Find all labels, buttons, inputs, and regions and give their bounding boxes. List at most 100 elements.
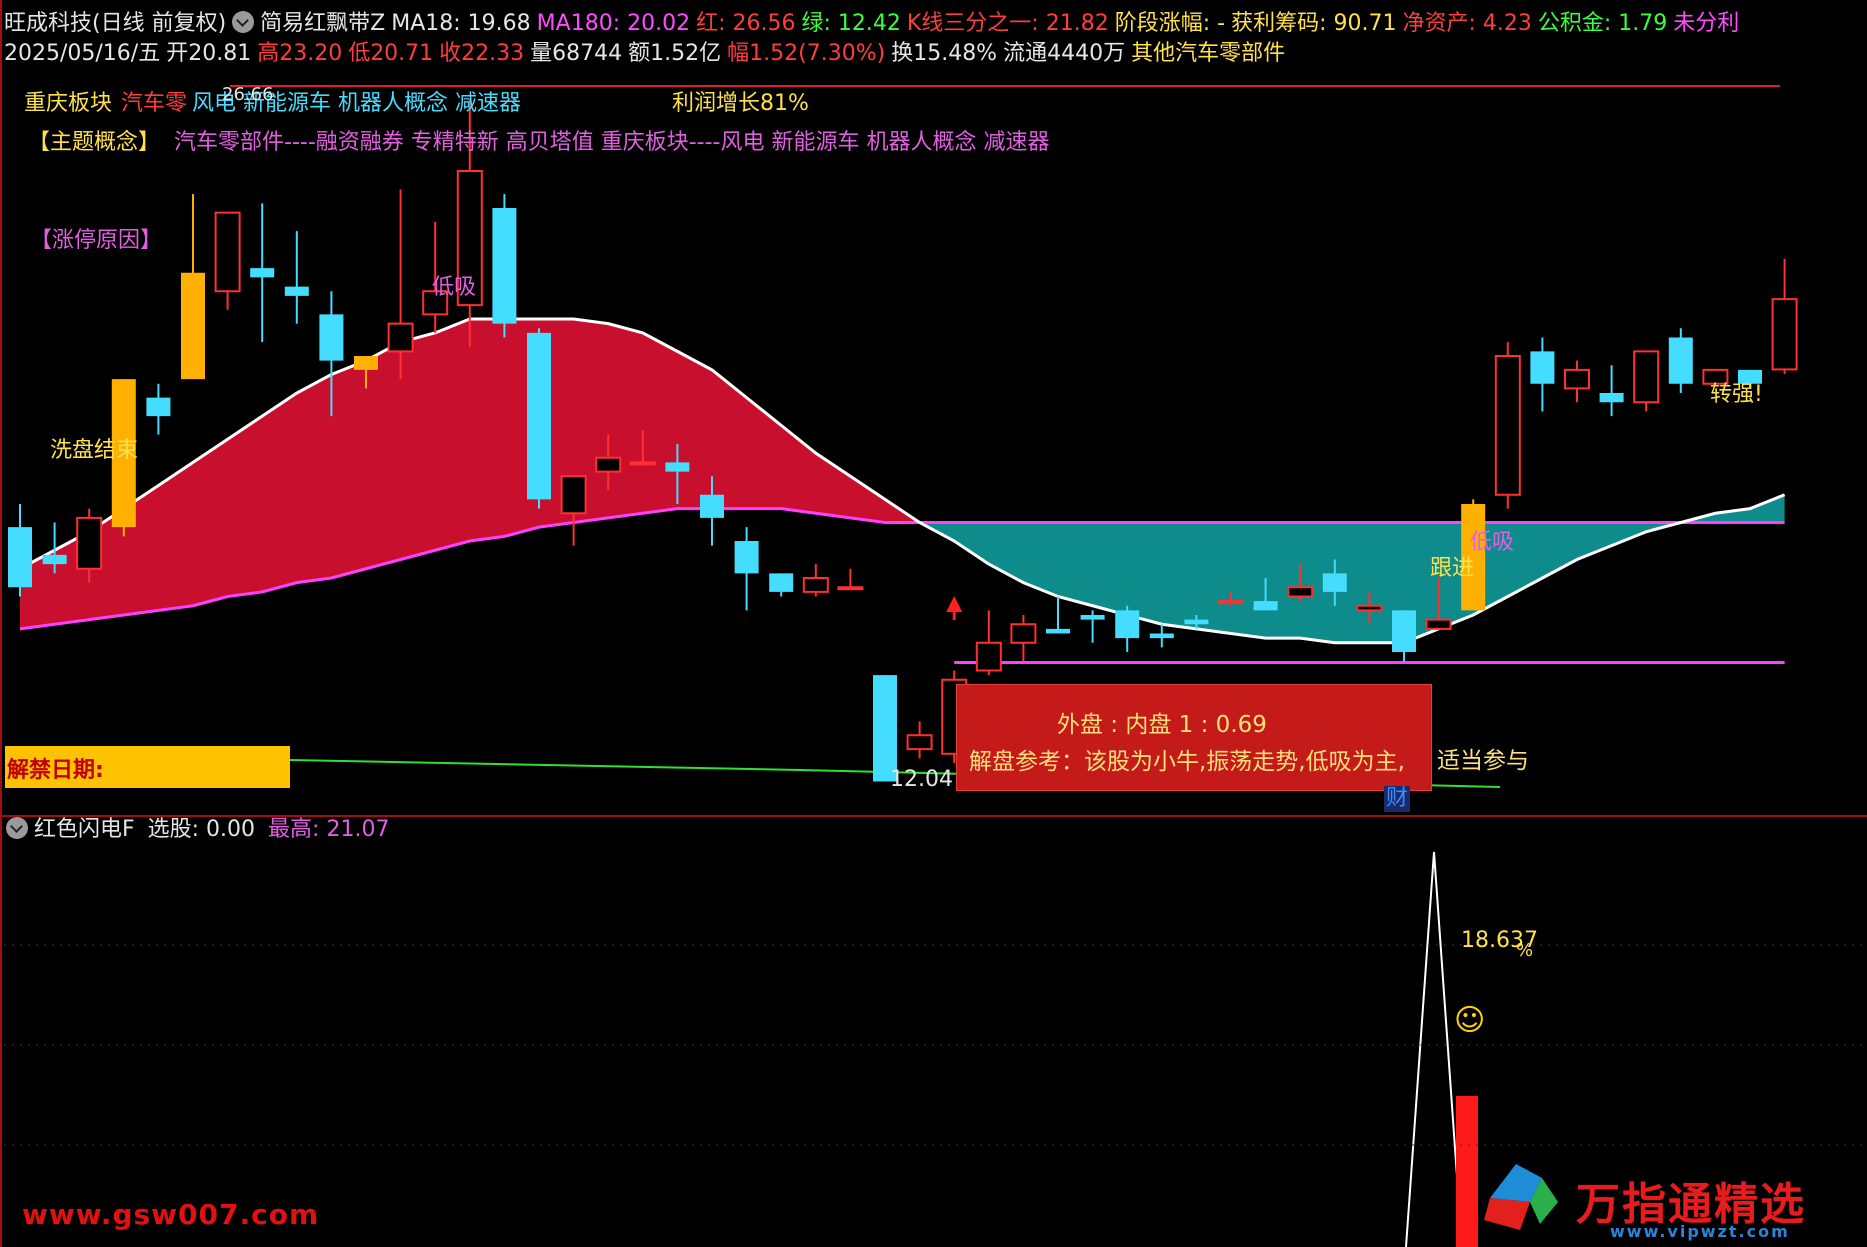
candle[interactable] <box>284 231 309 324</box>
candle-body <box>76 516 103 570</box>
signal-dip-buy: 低吸 <box>1470 530 1515 555</box>
indicator-select-value: 选股: 0.00 <box>147 817 256 842</box>
candle[interactable] <box>387 189 414 380</box>
indicator-name: 红色闪电F <box>34 817 135 842</box>
candle[interactable] <box>560 475 587 546</box>
candle[interactable] <box>734 527 759 611</box>
candle[interactable] <box>1046 596 1070 634</box>
candle[interactable] <box>1668 328 1693 393</box>
candle-body <box>1425 618 1452 630</box>
theme-concept-label: 【主题概念】 <box>28 130 161 155</box>
release-date-box: 解禁日期: <box>5 746 290 788</box>
candle-body <box>1633 350 1660 404</box>
candle[interactable] <box>1494 342 1521 509</box>
candle[interactable] <box>1599 365 1624 417</box>
candle[interactable] <box>1771 258 1798 375</box>
signal-wash-end: 洗盘结束 <box>50 438 139 463</box>
candle-body <box>42 554 67 565</box>
candle[interactable] <box>1392 610 1416 662</box>
candle-body <box>1494 355 1521 496</box>
candle-body <box>319 314 344 361</box>
candle[interactable] <box>181 194 205 380</box>
candle[interactable] <box>802 564 829 597</box>
ohlc-field-10: 其他汽车零部件 <box>1131 41 1286 66</box>
candle[interactable] <box>837 568 864 591</box>
candle-body <box>1046 628 1070 634</box>
candle-body <box>802 577 829 593</box>
chart-window: 旺成科技(日线 前复权) 简易红飘带Z MA18: 19.68 MA180: 20.0… <box>0 0 1867 1247</box>
ohlc-field-3: 低20.71 <box>348 41 434 66</box>
candle-body <box>181 272 205 380</box>
high-price-label: 26.66 <box>222 84 274 105</box>
limit-up-reason-label: 【涨停原因】 <box>30 228 163 253</box>
candle-body <box>734 541 759 574</box>
candle[interactable] <box>906 721 933 759</box>
ohlc-field-4: 收22.33 <box>439 41 525 66</box>
candle-body <box>1530 351 1555 384</box>
candle-body <box>906 734 933 751</box>
quote-field-7: K线三分之一: 21.82 <box>906 11 1109 36</box>
candle[interactable] <box>1010 615 1037 662</box>
indicator-peak-pct: % <box>1516 940 1534 961</box>
ohlc-field-7: 幅1.52(7.30%) <box>727 41 886 66</box>
candle[interactable] <box>214 211 241 310</box>
order-flow-popup[interactable]: 外盘 : 内盘 1 : 0.69 解盘参考：该股为小牛,振荡走势,低吸为主, <box>956 684 1432 791</box>
settings-circle-icon[interactable] <box>232 11 255 33</box>
ohlc-field-0: 2025/05/16/五 <box>4 41 161 66</box>
candle[interactable] <box>1530 337 1555 412</box>
candle-body <box>1668 337 1693 384</box>
candle-body <box>1115 610 1140 639</box>
indicator-settings-icon[interactable] <box>6 817 28 839</box>
candle-body <box>1564 368 1590 390</box>
ohlc-field-2: 高23.20 <box>257 41 343 66</box>
price-chart[interactable] <box>0 0 1867 1247</box>
candle-body <box>250 268 275 278</box>
profit-growth-tag: 利润增长81% <box>672 91 809 116</box>
ohlc-field-1: 开20.81 <box>166 41 252 66</box>
candle[interactable] <box>1115 605 1140 652</box>
candle-body <box>214 211 241 293</box>
candle-body <box>146 397 171 417</box>
candle[interactable] <box>527 328 551 509</box>
signal-follow: 跟进 <box>1430 556 1475 581</box>
candle-body <box>975 641 1002 672</box>
candle-body <box>1322 573 1347 592</box>
quote-field-8: 阶段涨幅: - <box>1114 11 1226 36</box>
candle[interactable] <box>146 383 171 435</box>
quote-field-11: 公积金: 1.79 <box>1537 11 1668 36</box>
quote-field-0: 旺成科技(日线 前复权) <box>4 11 227 36</box>
candle-body <box>1218 600 1244 605</box>
quote-field-4: MA180: 20.02 <box>536 11 691 36</box>
smiley-icon: ☺ <box>1454 1003 1486 1038</box>
release-date-label: 解禁日期: <box>7 758 104 783</box>
ohlc-field-8: 换15.48% <box>891 41 998 66</box>
candle[interactable] <box>1564 360 1590 403</box>
indicator-max-value: 21.07 <box>326 817 390 842</box>
candle[interactable] <box>873 675 897 782</box>
candle[interactable] <box>1149 624 1174 648</box>
wealth-marker[interactable]: 财 <box>1384 786 1411 812</box>
header-quote-line: 旺成科技(日线 前复权) 简易红飘带Z MA18: 19.68 MA180: 20.0… <box>4 10 1745 38</box>
candle[interactable] <box>250 203 275 343</box>
signal-low-buy: 低吸 <box>432 275 477 300</box>
candle[interactable] <box>769 573 794 597</box>
candle-body <box>873 675 897 782</box>
popup-analysis-tail: 适当参与 <box>1437 748 1529 774</box>
candle[interactable] <box>492 194 517 338</box>
candle[interactable] <box>1080 610 1105 643</box>
buy-arrow-icon <box>946 596 963 612</box>
sector-tag-chongqing: 重庆板块 <box>24 91 113 116</box>
candle-body <box>387 322 414 353</box>
candle-body <box>8 527 32 588</box>
candle[interactable] <box>8 504 32 597</box>
candle[interactable] <box>975 610 1002 676</box>
low-price-label: 12.04 <box>890 767 953 792</box>
candle-body <box>492 208 517 324</box>
candle[interactable] <box>1633 350 1660 412</box>
watermark-left: www.gsw007.com <box>22 1198 320 1231</box>
candle-body <box>1599 393 1624 403</box>
theme-concept-text: 汽车零部件----融资融券 专精特新 高贝塔值 重庆板块----风电 新能源车 … <box>174 130 1050 155</box>
quote-field-3: MA18: 19.68 <box>391 11 531 36</box>
quote-field-5: 红: 26.56 <box>696 11 796 36</box>
candle-body <box>1080 615 1105 620</box>
